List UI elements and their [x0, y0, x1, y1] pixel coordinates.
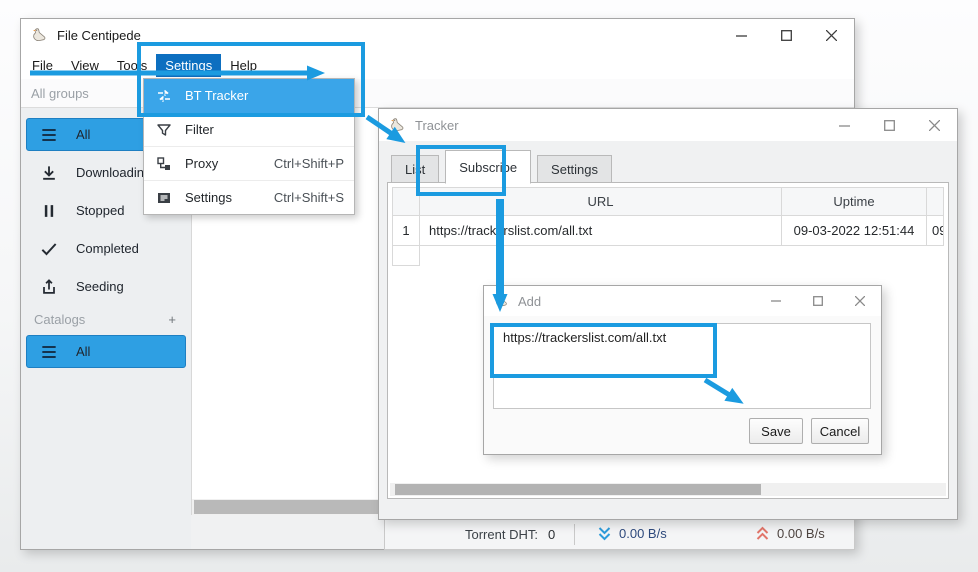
- menuitem-settings[interactable]: Settings Ctrl+Shift+S: [144, 181, 354, 214]
- cancel-button[interactable]: Cancel: [811, 418, 869, 444]
- menuitem-filter[interactable]: Filter: [144, 113, 354, 147]
- menu-lines-icon: [39, 125, 59, 145]
- menu-view[interactable]: View: [62, 54, 108, 77]
- tab-list[interactable]: List: [391, 155, 439, 183]
- filter-icon: [156, 122, 172, 138]
- pause-icon: [39, 201, 59, 221]
- menubar: File View Tools Settings Help: [21, 51, 854, 79]
- menu-help[interactable]: Help: [221, 54, 266, 77]
- download-speed: 0.00 B/s: [597, 526, 667, 541]
- sidebar-catalog-all[interactable]: All: [26, 335, 186, 368]
- group-filter[interactable]: All groups: [31, 86, 89, 101]
- tracker-tabs: List Subscribe Settings: [391, 149, 618, 183]
- tab-subscribe[interactable]: Subscribe: [445, 150, 531, 184]
- close-icon[interactable]: [839, 286, 881, 316]
- url-cell: https://trackerslist.com/all.txt: [420, 216, 782, 246]
- sidebar-item-label: Seeding: [76, 279, 124, 294]
- menuitem-proxy[interactable]: Proxy Ctrl+Shift+P: [144, 147, 354, 181]
- sidebar-item-seeding[interactable]: Seeding: [26, 270, 186, 303]
- table-row[interactable]: 1 https://trackerslist.com/all.txt 09-03…: [393, 216, 944, 246]
- table-header-extra[interactable]: [927, 188, 944, 216]
- sidebar-item-label: Downloading: [76, 165, 151, 180]
- catalogs-row: Catalogs +: [24, 308, 188, 330]
- goose-icon: [494, 293, 510, 309]
- main-window-title: File Centipede: [57, 28, 141, 43]
- tracker-hscrollbar-thumb[interactable]: [395, 484, 761, 495]
- tab-settings[interactable]: Settings: [537, 155, 612, 183]
- settings-dropdown-menu: BT Tracker Filter Proxy Ctrl+Shift+P Set…: [143, 78, 355, 215]
- upload-icon: [39, 277, 59, 297]
- desktop: { "colors": { "annotation_blue": "#1b9be…: [0, 0, 978, 572]
- download-icon: [39, 163, 59, 183]
- main-titlebar: File Centipede: [21, 19, 854, 51]
- minimize-icon[interactable]: [719, 19, 764, 51]
- menu-file[interactable]: File: [23, 54, 62, 77]
- tracker-titlebar: Tracker: [379, 109, 957, 141]
- menuitem-label: Proxy: [185, 156, 218, 171]
- row-number-cell: 1: [393, 216, 420, 246]
- upload-speed: 0.00 B/s: [755, 526, 825, 541]
- swap-arrows-icon: [156, 88, 172, 104]
- save-button[interactable]: Save: [749, 418, 803, 444]
- goose-icon: [31, 26, 49, 44]
- menuitem-label: Filter: [185, 122, 214, 137]
- proxy-network-icon: [156, 156, 172, 172]
- menuitem-shortcut: Ctrl+Shift+S: [274, 190, 344, 205]
- table-header-num: [393, 188, 420, 216]
- menuitem-shortcut: Ctrl+Shift+P: [274, 156, 344, 171]
- menu-settings[interactable]: Settings: [156, 54, 221, 77]
- table-header-uptime[interactable]: Uptime: [782, 188, 927, 216]
- sidebar-item-label: All: [76, 127, 90, 142]
- tracker-url-input[interactable]: https://trackerslist.com/all.txt: [493, 323, 871, 409]
- maximize-icon[interactable]: [764, 19, 809, 51]
- settings-panel-icon: [156, 190, 172, 206]
- status-bar: Torrent DHT:0 0.00 B/s 0.00 B/s: [384, 519, 855, 550]
- close-icon[interactable]: [809, 19, 854, 51]
- add-titlebar: Add: [484, 286, 881, 316]
- tracker-table: URL Uptime 1 https://trackerslist.com/al…: [392, 187, 944, 266]
- dht-count: 0: [548, 527, 555, 542]
- extra-cell: 09-0: [927, 216, 944, 246]
- sidebar-item-label: Completed: [76, 241, 139, 256]
- close-icon[interactable]: [912, 109, 957, 141]
- catalogs-label: Catalogs: [34, 312, 85, 327]
- minimize-icon[interactable]: [822, 109, 867, 141]
- table-header-url[interactable]: URL: [420, 188, 782, 216]
- add-catalog-button[interactable]: +: [168, 312, 176, 327]
- check-icon: [39, 239, 59, 259]
- statusbar-divider: [574, 524, 575, 545]
- minimize-icon[interactable]: [755, 286, 797, 316]
- sidebar-item-label: All: [76, 344, 90, 359]
- double-chevron-up-icon: [755, 526, 770, 541]
- maximize-icon[interactable]: [797, 286, 839, 316]
- add-dialog: Add https://trackerslist.com/all.txt Sav…: [483, 285, 882, 455]
- goose-icon: [389, 116, 407, 134]
- add-dialog-title: Add: [518, 294, 541, 309]
- tracker-hscrollbar[interactable]: [390, 483, 946, 496]
- menu-lines-icon: [39, 342, 59, 362]
- tracker-window-title: Tracker: [415, 118, 459, 133]
- sidebar-item-completed[interactable]: Completed: [26, 232, 186, 265]
- menuitem-bt-tracker[interactable]: BT Tracker: [144, 79, 354, 113]
- table-header-row: URL Uptime: [393, 188, 944, 216]
- dht-status: Torrent DHT:0: [465, 527, 555, 542]
- menuitem-label: BT Tracker: [185, 88, 248, 103]
- sidebar-item-label: Stopped: [76, 203, 124, 218]
- double-chevron-down-icon: [597, 526, 612, 541]
- empty-row: [393, 246, 944, 266]
- maximize-icon[interactable]: [867, 109, 912, 141]
- menu-tools[interactable]: Tools: [108, 54, 156, 77]
- menuitem-label: Settings: [185, 190, 232, 205]
- uptime-cell: 09-03-2022 12:51:44: [782, 216, 927, 246]
